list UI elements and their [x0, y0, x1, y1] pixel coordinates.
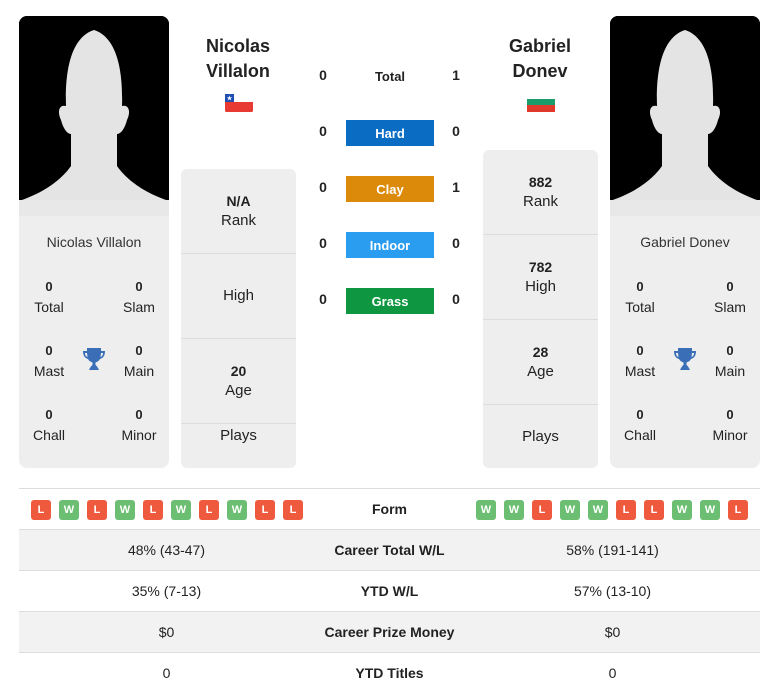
- player2-chall-titles: 0 Chall: [624, 407, 656, 443]
- player2-value: 58% (191-141): [566, 542, 659, 558]
- player2-info-box: 882 Rank 782 High 28 Age Plays: [483, 150, 598, 468]
- player-silhouette-icon: [610, 16, 760, 216]
- trophy-icon: [672, 346, 698, 372]
- table-row-career-prize-money: $0 Career Prize Money $0: [19, 612, 760, 653]
- player1-plays: Plays: [220, 427, 257, 444]
- form-win-badge[interactable]: W: [700, 500, 720, 520]
- form-loss-badge[interactable]: L: [255, 500, 275, 520]
- player2-titles-card: Gabriel Donev 0 Total 0 Slam 0 Mast 0 Ma…: [610, 216, 760, 468]
- row-label: YTD W/L: [360, 583, 419, 599]
- bulgaria-flag-icon: [527, 94, 555, 112]
- player2-minor-titles: 0 Minor: [712, 407, 748, 443]
- player2-mast-titles: 0 Mast: [624, 343, 656, 379]
- player2-photo: [610, 16, 760, 216]
- form-win-badge[interactable]: W: [560, 500, 580, 520]
- form-loss-badge[interactable]: L: [644, 500, 664, 520]
- form-loss-badge[interactable]: L: [143, 500, 163, 520]
- player2-value: $0: [604, 624, 621, 640]
- form-row: LWLWLWLWLL Form WWLWWLLWWL: [19, 489, 760, 530]
- player2-total-titles: 0 Total: [625, 279, 655, 315]
- player1-high: High: [181, 254, 296, 339]
- player2-slam-titles: 0 Slam: [714, 279, 746, 315]
- form-win-badge[interactable]: W: [504, 500, 524, 520]
- form-win-badge[interactable]: W: [588, 500, 608, 520]
- player1-value: $0: [158, 624, 175, 640]
- table-row-career-total-wl: 48% (43-47) Career Total W/L 58% (191-14…: [19, 530, 760, 571]
- player1-info-box: N/A Rank High 20 Age Plays: [181, 169, 296, 468]
- player1-chall-titles: 0 Chall: [33, 407, 65, 443]
- player2-name-heading[interactable]: Gabriel Donev: [465, 34, 615, 84]
- table-row-ytd-titles: 0 YTD Titles 0: [19, 653, 760, 694]
- player1-minor-titles: 0 Minor: [121, 407, 157, 443]
- h2h-clay-p1: 0: [319, 179, 327, 195]
- form-win-badge[interactable]: W: [672, 500, 692, 520]
- player1-titles-card: Nicolas Villalon 0 Total 0 Slam 0 Mast 0…: [19, 216, 169, 468]
- form-loss-badge[interactable]: L: [728, 500, 748, 520]
- row-label: YTD Titles: [355, 665, 424, 681]
- form-win-badge[interactable]: W: [59, 500, 79, 520]
- player1-name-label: Nicolas Villalon: [46, 234, 142, 250]
- trophy-icon: [81, 346, 107, 372]
- player2-plays: Plays: [522, 427, 559, 445]
- player1-mast-titles: 0 Mast: [33, 343, 65, 379]
- h2h-total-p2: 1: [452, 67, 460, 83]
- surface-grass-badge[interactable]: Grass: [346, 288, 434, 314]
- player2-high: 782 High: [483, 235, 598, 320]
- h2h-total-p1: 0: [319, 67, 327, 83]
- row-label: Career Prize Money: [324, 624, 455, 640]
- form-loss-badge[interactable]: L: [283, 500, 303, 520]
- player2-value: 57% (13-10): [573, 583, 652, 599]
- surface-hard-badge[interactable]: Hard: [346, 120, 434, 146]
- surface-clay-badge[interactable]: Clay: [346, 176, 434, 202]
- h2h-indoor-p2: 0: [452, 235, 460, 251]
- player2-rank: 882 Rank: [483, 150, 598, 235]
- player1-value: 0: [162, 665, 171, 681]
- player1-photo: [19, 16, 169, 216]
- player1-value: 48% (43-47): [127, 542, 206, 558]
- form-loss-badge[interactable]: L: [616, 500, 636, 520]
- h2h-total-label: Total: [374, 69, 406, 84]
- player1-name-heading[interactable]: Nicolas Villalon: [163, 34, 313, 84]
- form-loss-badge[interactable]: L: [199, 500, 219, 520]
- player1-rank: N/A Rank: [181, 169, 296, 254]
- h2h-grass-p2: 0: [452, 291, 460, 307]
- form-loss-badge[interactable]: L: [87, 500, 107, 520]
- player1-slam-titles: 0 Slam: [123, 279, 155, 315]
- player-silhouette-icon: [19, 16, 169, 216]
- form-win-badge[interactable]: W: [171, 500, 191, 520]
- player2-value: 0: [608, 665, 617, 681]
- player1-value: 35% (7-13): [131, 583, 202, 599]
- form-win-badge[interactable]: W: [115, 500, 135, 520]
- h2h-grass-p1: 0: [319, 291, 327, 307]
- h2h-hard-p1: 0: [319, 123, 327, 139]
- h2h-hard-p2: 0: [452, 123, 460, 139]
- h2h-clay-p2: 1: [452, 179, 460, 195]
- form-loss-badge[interactable]: L: [532, 500, 552, 520]
- player2-main-titles: 0 Main: [714, 343, 746, 379]
- player1-total-titles: 0 Total: [34, 279, 64, 315]
- surface-indoor-badge[interactable]: Indoor: [346, 232, 434, 258]
- chile-flag-icon: [225, 94, 253, 112]
- form-win-badge[interactable]: W: [476, 500, 496, 520]
- form-win-badge[interactable]: W: [227, 500, 247, 520]
- form-label: Form: [372, 501, 407, 517]
- table-row-ytd-wl: 35% (7-13) YTD W/L 57% (13-10): [19, 571, 760, 612]
- form-loss-badge[interactable]: L: [31, 500, 51, 520]
- player2-name-label: Gabriel Donev: [640, 234, 730, 250]
- row-label: Career Total W/L: [334, 542, 445, 558]
- player2-age: 28 Age: [483, 320, 598, 405]
- h2h-indoor-p1: 0: [319, 235, 327, 251]
- player1-main-titles: 0 Main: [123, 343, 155, 379]
